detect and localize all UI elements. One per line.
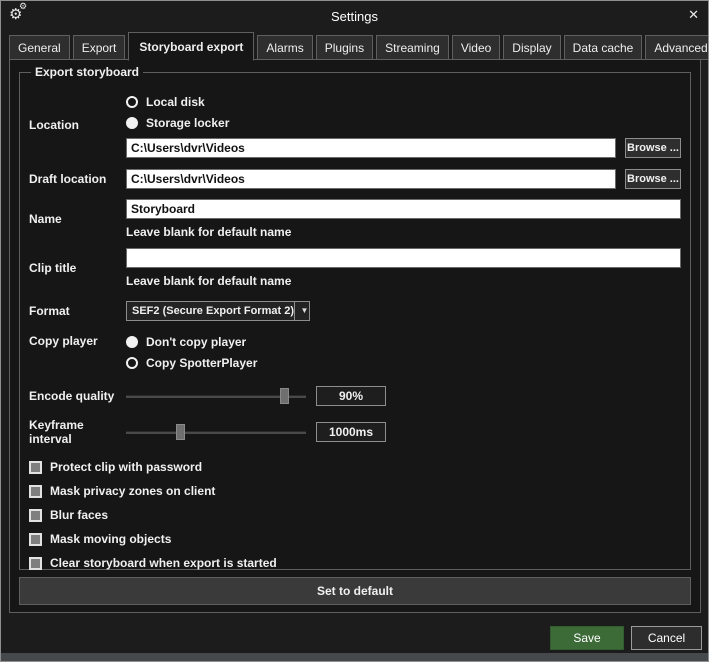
keyframe-interval-value: 1000ms — [316, 422, 386, 442]
export-storyboard-group: Export storyboard Location Local disk St… — [19, 65, 691, 570]
radio-local-disk[interactable]: Local disk — [126, 91, 681, 112]
tab-display[interactable]: Display — [503, 35, 560, 60]
radio-off-icon[interactable] — [126, 96, 138, 108]
format-row: Format SEF2 (Secure Export Format 2) ▼ — [29, 301, 681, 321]
clip-title-row: Clip title Leave blank for default name — [29, 248, 681, 288]
copy-spotterplayer-label: Copy SpotterPlayer — [146, 356, 257, 370]
tab-bar: General Export Storyboard export Alarms … — [9, 32, 709, 60]
keyframe-interval-slider[interactable] — [126, 422, 306, 442]
copy-player-row: Copy player Don't copy player Copy Spott… — [29, 331, 681, 373]
local-disk-label: Local disk — [146, 95, 205, 109]
radio-off-icon[interactable] — [126, 357, 138, 369]
settings-window: ⚙⚙ Settings ✕ General Export Storyboard … — [0, 0, 709, 662]
copy-player-label: Copy player — [29, 331, 126, 373]
tab-video[interactable]: Video — [452, 35, 500, 60]
checkbox-mask-moving-objects[interactable]: Mask moving objects — [29, 532, 681, 546]
storyboard-export-panel: Export storyboard Location Local disk St… — [9, 59, 701, 613]
encode-quality-row: Encode quality 90% — [29, 386, 681, 406]
draft-location-row: Draft location Browse ... — [29, 169, 681, 189]
dont-copy-player-label: Don't copy player — [146, 335, 246, 349]
checkbox-icon[interactable] — [29, 485, 42, 498]
draft-browse-button[interactable]: Browse ... — [625, 169, 681, 189]
encode-quality-value: 90% — [316, 386, 386, 406]
format-dropdown[interactable]: SEF2 (Secure Export Format 2) ▼ — [126, 301, 310, 321]
draft-location-input[interactable] — [126, 169, 616, 189]
keyframe-interval-label: Keyframe interval — [29, 418, 126, 446]
location-label: Location — [29, 118, 126, 132]
name-label: Name — [29, 212, 126, 226]
keyframe-interval-row: Keyframe interval 1000ms — [29, 418, 681, 446]
checkbox-mask-privacy-zones[interactable]: Mask privacy zones on client — [29, 484, 681, 498]
slider-track — [126, 431, 306, 434]
window-bottom-strip — [1, 653, 708, 661]
tab-storyboard-export[interactable]: Storyboard export — [128, 32, 254, 61]
close-icon[interactable]: ✕ — [688, 8, 699, 22]
chevron-down-icon[interactable]: ▼ — [294, 302, 314, 320]
radio-copy-spotterplayer[interactable]: Copy SpotterPlayer — [126, 352, 681, 373]
tab-export[interactable]: Export — [73, 35, 126, 60]
options-checkbox-list: Protect clip with password Mask privacy … — [29, 460, 681, 594]
location-row: Location Local disk Storage locker Brows… — [29, 91, 681, 158]
name-hint: Leave blank for default name — [126, 225, 681, 239]
clip-title-hint: Leave blank for default name — [126, 274, 681, 288]
clip-title-label: Clip title — [29, 261, 126, 275]
name-row: Name Leave blank for default name — [29, 199, 681, 239]
radio-dont-copy-player[interactable]: Don't copy player — [126, 331, 681, 352]
save-button[interactable]: Save — [550, 626, 624, 650]
location-browse-button[interactable]: Browse ... — [625, 138, 681, 158]
name-input[interactable] — [126, 199, 681, 219]
slider-track — [126, 395, 306, 398]
tab-alarms[interactable]: Alarms — [257, 35, 312, 60]
checkbox-icon[interactable] — [29, 557, 42, 570]
format-label: Format — [29, 304, 126, 318]
format-selected-value: SEF2 (Secure Export Format 2) — [127, 302, 294, 320]
location-path-input[interactable] — [126, 138, 616, 158]
title-bar: ⚙⚙ Settings ✕ — [1, 1, 708, 31]
tab-plugins[interactable]: Plugins — [316, 35, 373, 60]
set-to-default-button[interactable]: Set to default — [19, 577, 691, 605]
storage-locker-label: Storage locker — [146, 116, 229, 130]
draft-location-label: Draft location — [29, 172, 126, 186]
checkbox-protect-clip[interactable]: Protect clip with password — [29, 460, 681, 474]
group-title: Export storyboard — [31, 65, 143, 79]
radio-on-icon[interactable] — [126, 117, 138, 129]
checkbox-clear-storyboard[interactable]: Clear storyboard when export is started — [29, 556, 681, 570]
checkbox-icon[interactable] — [29, 533, 42, 546]
cancel-button[interactable]: Cancel — [631, 626, 702, 650]
clip-title-input[interactable] — [126, 248, 681, 268]
radio-storage-locker[interactable]: Storage locker — [126, 112, 681, 133]
tab-data-cache[interactable]: Data cache — [564, 35, 643, 60]
encode-quality-slider[interactable] — [126, 386, 306, 406]
tab-streaming[interactable]: Streaming — [376, 35, 449, 60]
checkbox-blur-faces[interactable]: Blur faces — [29, 508, 681, 522]
tab-general[interactable]: General — [9, 35, 70, 60]
window-title: Settings — [1, 9, 708, 24]
slider-handle[interactable] — [280, 388, 289, 404]
radio-on-icon[interactable] — [126, 336, 138, 348]
tab-advanced[interactable]: Advanced — [645, 35, 709, 60]
checkbox-icon[interactable] — [29, 461, 42, 474]
checkbox-icon[interactable] — [29, 509, 42, 522]
encode-quality-label: Encode quality — [29, 389, 126, 403]
slider-handle[interactable] — [176, 424, 185, 440]
